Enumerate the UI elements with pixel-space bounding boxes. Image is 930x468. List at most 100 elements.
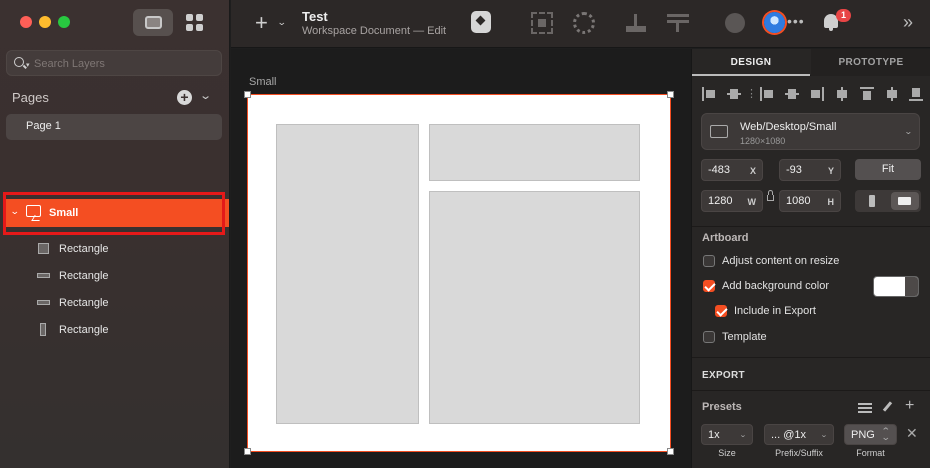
close-window-button[interactable] bbox=[20, 16, 32, 28]
mask-icon[interactable] bbox=[531, 12, 553, 34]
resize-handle[interactable] bbox=[667, 91, 674, 98]
width-field[interactable]: 1280 W bbox=[701, 190, 763, 212]
artboard-title-label[interactable]: Small bbox=[249, 76, 277, 88]
rectangle-icon bbox=[40, 323, 46, 336]
height-field[interactable]: 1080 H bbox=[779, 190, 841, 212]
tab-prototype[interactable]: PROTOTYPE bbox=[811, 49, 930, 76]
layers-view-button[interactable] bbox=[133, 9, 173, 36]
y-value: -93 bbox=[786, 164, 802, 176]
include-export-label: Include in Export bbox=[734, 305, 816, 317]
preview-icon[interactable] bbox=[725, 13, 745, 33]
collapse-pages-chevron-icon[interactable]: ⌄ bbox=[199, 89, 212, 102]
portrait-icon[interactable] bbox=[869, 195, 875, 207]
template-checkbox[interactable] bbox=[703, 331, 715, 343]
page-item[interactable]: Page 1 bbox=[6, 114, 222, 140]
x-unit-label: X bbox=[749, 166, 756, 176]
search-input[interactable] bbox=[34, 55, 214, 72]
align-bottom-icon[interactable] bbox=[909, 87, 923, 101]
resize-handle[interactable] bbox=[667, 448, 674, 455]
orientation-toggle bbox=[855, 190, 921, 212]
align-middle-icon[interactable] bbox=[885, 87, 899, 101]
export-suffix-select[interactable]: ... @1x ⌄ bbox=[764, 424, 834, 445]
divider bbox=[692, 390, 930, 391]
alignment-toolbar: ⋮ bbox=[702, 87, 924, 101]
rectangle-icon bbox=[38, 243, 49, 254]
align-top-icon[interactable] bbox=[835, 87, 849, 101]
artboard-section-title: Artboard bbox=[702, 232, 749, 244]
minimize-window-button[interactable] bbox=[39, 16, 51, 28]
fit-button[interactable]: Fit bbox=[855, 159, 921, 180]
background-color-swatch[interactable] bbox=[873, 276, 919, 297]
resize-handle[interactable] bbox=[244, 91, 251, 98]
export-format-select[interactable]: PNG ⌃ ⌄ bbox=[844, 424, 897, 445]
search-icon bbox=[14, 57, 24, 67]
align-horizontal-center-icon[interactable] bbox=[727, 87, 741, 101]
align-left-icon[interactable] bbox=[702, 87, 716, 101]
chevron-down-icon: ⌄ bbox=[739, 432, 747, 439]
adjust-content-checkbox[interactable] bbox=[703, 255, 715, 267]
add-page-button[interactable]: + bbox=[177, 90, 192, 105]
background-color-checkbox[interactable] bbox=[703, 280, 715, 292]
layers-sidebar: ▾ Pages + ⌄ Page 1 ⌄ Small Rectangle Rec… bbox=[0, 0, 230, 468]
scale-icon[interactable] bbox=[573, 12, 595, 34]
sidebar-icon bbox=[145, 16, 162, 29]
align-top-edge-icon[interactable] bbox=[860, 87, 874, 101]
toolbar-overflow-icon[interactable]: » bbox=[903, 12, 913, 33]
rectangle-icon bbox=[37, 300, 50, 305]
stepper-chevrons-icon: ⌃ ⌄ bbox=[881, 426, 892, 442]
insert-plus-icon[interactable]: + bbox=[255, 10, 268, 36]
document-title: Test bbox=[302, 9, 328, 24]
document-subtitle: Workspace Document — Edit bbox=[302, 25, 447, 37]
export-suffix-value: ... @1x bbox=[771, 429, 807, 441]
grid-icon bbox=[186, 14, 193, 21]
align-left-edge-icon[interactable] bbox=[760, 87, 774, 101]
search-layers-field[interactable]: ▾ bbox=[6, 50, 222, 76]
toolbar: + ⌄ Test Workspace Document — Edit ••• 1… bbox=[231, 0, 930, 48]
chevron-down-icon: ⌄ bbox=[903, 127, 913, 136]
create-symbol-icon[interactable] bbox=[471, 11, 491, 33]
sliders-icon[interactable] bbox=[858, 401, 872, 413]
rectangle-icon bbox=[37, 273, 50, 278]
align-right-icon[interactable] bbox=[810, 87, 824, 101]
size-caption: Size bbox=[718, 448, 736, 458]
inspector-tabs: DESIGN PROTOTYPE bbox=[692, 49, 930, 76]
format-caption: Format bbox=[856, 448, 885, 458]
height-unit-label: H bbox=[827, 197, 835, 207]
resize-handle[interactable] bbox=[244, 448, 251, 455]
export-size-value: 1x bbox=[708, 429, 720, 441]
add-export-icon[interactable]: + bbox=[905, 397, 914, 415]
artboard-preset-select[interactable]: Web/Desktop/Small 1280×1080 ⌄ bbox=[701, 113, 920, 150]
rectangle-shape[interactable] bbox=[429, 191, 640, 424]
x-value: -483 bbox=[708, 164, 731, 176]
x-position-field[interactable]: -483 X bbox=[701, 159, 763, 181]
lock-ratio-icon[interactable] bbox=[767, 190, 774, 201]
brush-icon[interactable] bbox=[880, 401, 894, 413]
chevron-down-icon[interactable]: ⌄ bbox=[277, 17, 287, 28]
width-unit-label: W bbox=[747, 197, 757, 207]
rectangle-shape[interactable] bbox=[429, 124, 640, 181]
preset-size: 1280×1080 bbox=[740, 136, 786, 146]
tab-design[interactable]: DESIGN bbox=[692, 49, 810, 76]
components-view-button[interactable] bbox=[186, 14, 204, 32]
selection-highlight-box bbox=[3, 192, 225, 235]
canvas[interactable]: Small bbox=[231, 49, 691, 468]
include-export-checkbox[interactable] bbox=[715, 305, 727, 317]
artboard[interactable] bbox=[244, 91, 674, 455]
align-center-icon[interactable] bbox=[785, 87, 799, 101]
landscape-icon[interactable] bbox=[891, 192, 919, 210]
remove-export-icon[interactable]: ✕ bbox=[906, 425, 918, 442]
distribute-icon[interactable] bbox=[667, 12, 689, 34]
more-users-icon[interactable]: ••• bbox=[787, 13, 805, 29]
flatten-icon[interactable] bbox=[625, 12, 647, 34]
presets-title: Presets bbox=[702, 401, 742, 413]
user-avatar[interactable] bbox=[764, 12, 785, 33]
export-section-title: EXPORT bbox=[702, 370, 745, 381]
zoom-window-button[interactable] bbox=[58, 16, 70, 28]
export-size-select[interactable]: 1x ⌄ bbox=[701, 424, 753, 445]
y-position-field[interactable]: -93 Y bbox=[779, 159, 841, 181]
rectangle-shape[interactable] bbox=[276, 124, 419, 424]
layer-label: Rectangle bbox=[59, 270, 109, 282]
monitor-icon bbox=[710, 125, 728, 138]
divider bbox=[692, 226, 930, 227]
preset-name: Web/Desktop/Small bbox=[740, 121, 837, 133]
